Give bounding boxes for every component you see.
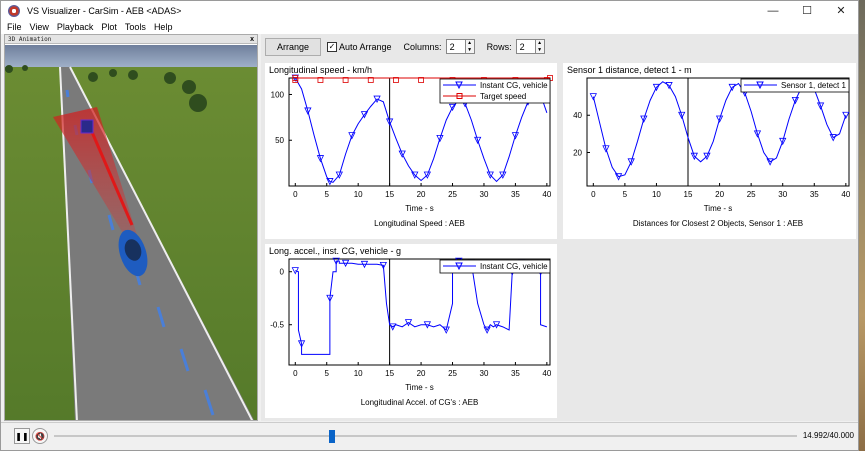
rows-input[interactable]: 2 xyxy=(515,39,536,54)
x-tick-label: 20 xyxy=(715,190,724,199)
x-tick-label: 10 xyxy=(652,190,661,199)
x-tick-label: 25 xyxy=(448,369,457,378)
time-readout: 14.992/40.000 xyxy=(802,431,854,440)
x-tick-label: 25 xyxy=(448,190,457,199)
menu-help[interactable]: Help xyxy=(154,22,173,32)
x-tick-label: 0 xyxy=(293,369,298,378)
arrange-button[interactable]: Arrange xyxy=(265,37,321,56)
playback-track[interactable] xyxy=(54,435,797,437)
chevron-down-icon[interactable]: ▼ xyxy=(536,47,544,54)
columns-input[interactable]: 2 xyxy=(445,39,466,54)
chart-caption: Distances for Closest 2 Objects, Sensor … xyxy=(633,219,803,228)
chart-svg: Longitudinal speed - km/h 0 5 10 15 20 25 30 35 4… xyxy=(269,65,553,228)
y-tick-label: 40 xyxy=(573,111,582,120)
checkmark-icon: ✓ xyxy=(327,41,337,52)
x-tick-label: 35 xyxy=(810,190,819,199)
menu-bar: File View Playback Plot Tools Help xyxy=(1,20,858,34)
x-tick-label: 15 xyxy=(684,190,693,199)
window-controls: — ☐ ✕ xyxy=(756,1,858,20)
chart-caption: Longitudinal Accel. of CG's : AEB xyxy=(361,398,479,407)
sky xyxy=(5,45,257,67)
y-tick-label: 0 xyxy=(280,268,285,277)
speed-plot[interactable]: Longitudinal speed - km/h 0 5 10 15 20 25 30 35 4… xyxy=(265,63,557,239)
desktop-background xyxy=(859,0,865,451)
x-tick-label: 0 xyxy=(293,190,298,199)
accel-plot[interactable]: Long. accel., inst. CG, vehicle - g 0 5 10 1… xyxy=(265,244,557,418)
y-tick-label: 100 xyxy=(271,90,285,99)
chevron-up-icon[interactable]: ▲ xyxy=(466,40,474,47)
pause-icon[interactable]: ❚❚ xyxy=(14,428,30,444)
chevron-up-icon[interactable]: ▲ xyxy=(536,40,544,47)
x-tick-label: 0 xyxy=(591,190,596,199)
chart-svg: Long. accel., inst. CG, vehicle - g 0 5 10 1… xyxy=(269,246,552,407)
menu-view[interactable]: View xyxy=(30,22,49,32)
x-tick-label: 30 xyxy=(480,190,489,199)
app-window: VS Visualizer - CarSim - AEB <ADAS> — ☐ … xyxy=(0,0,859,451)
auto-arrange-checkbox[interactable]: ✓ Auto Arrange xyxy=(327,41,392,52)
y-tick-label: 50 xyxy=(275,136,284,145)
x-tick-label: 40 xyxy=(841,190,850,199)
x-tick-label: 20 xyxy=(417,369,426,378)
auto-arrange-label: Auto Arrange xyxy=(339,41,392,52)
chevron-down-icon[interactable]: ▼ xyxy=(466,47,474,54)
animation-title: 3D Animation xyxy=(8,35,52,43)
columns-label: Columns: xyxy=(403,41,442,52)
x-axis-label: Time - s xyxy=(405,204,434,213)
legend-label: Instant CG, vehicle xyxy=(480,262,548,271)
close-button[interactable]: ✕ xyxy=(824,1,858,20)
x-tick-label: 20 xyxy=(417,190,426,199)
chart-title: Sensor 1 distance, detect 1 - m xyxy=(567,65,692,75)
playback-bar: ❚❚ 🔇 14.992/40.000 xyxy=(1,422,858,450)
x-tick-label: 15 xyxy=(385,190,394,199)
x-tick-label: 15 xyxy=(385,369,394,378)
x-tick-label: 40 xyxy=(542,190,551,199)
plot-area: Arrange ✓ Auto Arrange Columns: 2 ▲ ▼ Row… xyxy=(261,34,858,421)
rows-label: Rows: xyxy=(486,41,512,52)
chart-title: Long. accel., inst. CG, vehicle - g xyxy=(269,246,401,256)
x-tick-label: 35 xyxy=(511,369,520,378)
target-object xyxy=(80,119,94,134)
menu-file[interactable]: File xyxy=(7,22,22,32)
legend-label: Sensor 1, detect 1 xyxy=(781,81,846,90)
plot-toolbar: Arrange ✓ Auto Arrange Columns: 2 ▲ ▼ Row… xyxy=(261,34,858,59)
x-tick-label: 30 xyxy=(480,369,489,378)
minimize-button[interactable]: — xyxy=(756,1,790,20)
distance-plot[interactable]: Sensor 1 distance, detect 1 - m 0 5 10 15 20 2… xyxy=(563,63,856,239)
y-tick-label: 20 xyxy=(573,148,582,157)
x-tick-label: 10 xyxy=(354,369,363,378)
x-tick-label: 30 xyxy=(778,190,787,199)
plot-frame xyxy=(586,77,850,187)
x-axis-label: Time - s xyxy=(704,204,733,213)
animation-close-button[interactable]: x xyxy=(250,36,254,43)
window-title: VS Visualizer - CarSim - AEB <ADAS> xyxy=(27,5,182,16)
x-tick-label: 5 xyxy=(623,190,628,199)
x-tick-label: 40 xyxy=(542,369,551,378)
x-axis-label: Time - s xyxy=(405,383,434,392)
animation-panel: 3D Animation x xyxy=(4,34,258,421)
mute-icon[interactable]: 🔇 xyxy=(32,428,48,444)
animation-header: 3D Animation x xyxy=(5,35,257,44)
legend-label: Target speed xyxy=(480,92,526,101)
plot-frame xyxy=(288,258,551,366)
y-tick-label: -0.5 xyxy=(270,321,284,330)
columns-stepper[interactable]: ▲ ▼ xyxy=(465,39,475,54)
chart-svg: Sensor 1 distance, detect 1 - m 0 5 10 15 20 2… xyxy=(567,65,851,228)
menu-playback[interactable]: Playback xyxy=(57,22,94,32)
x-tick-label: 35 xyxy=(511,190,520,199)
menu-plot[interactable]: Plot xyxy=(101,22,117,32)
title-bar: VS Visualizer - CarSim - AEB <ADAS> — ☐ … xyxy=(1,1,858,20)
app-logo-icon xyxy=(8,4,20,17)
x-tick-label: 5 xyxy=(325,190,330,199)
x-tick-label: 5 xyxy=(325,369,330,378)
animation-viewport[interactable] xyxy=(5,45,258,421)
rows-stepper[interactable]: ▲ ▼ xyxy=(535,39,545,54)
chart-caption: Longitudinal Speed : AEB xyxy=(374,219,465,228)
playback-slider[interactable] xyxy=(329,430,336,443)
menu-tools[interactable]: Tools xyxy=(125,22,146,32)
x-tick-label: 10 xyxy=(354,190,363,199)
chart-title: Longitudinal speed - km/h xyxy=(269,65,372,75)
maximize-button[interactable]: ☐ xyxy=(790,1,824,20)
legend-label: Instant CG, vehicle xyxy=(480,81,548,90)
x-tick-label: 25 xyxy=(747,190,756,199)
